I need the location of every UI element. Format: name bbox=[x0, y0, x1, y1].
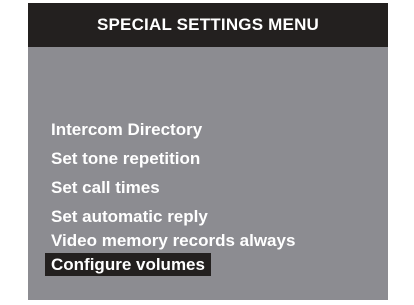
menu-item-set-tone-repetition[interactable]: Set tone repetition bbox=[45, 147, 301, 170]
settings-menu-list: Intercom Directory Set tone repetition S… bbox=[45, 118, 301, 282]
menu-item-video-memory-records-always[interactable]: Video memory records always bbox=[45, 229, 301, 252]
menu-item-configure-volumes-selected[interactable]: Configure volumes bbox=[45, 253, 211, 276]
menu-item-intercom-directory[interactable]: Intercom Directory bbox=[45, 118, 301, 141]
menu-item-set-automatic-reply[interactable]: Set automatic reply bbox=[45, 205, 301, 228]
settings-screen: SPECIAL SETTINGS MENU Intercom Directory… bbox=[28, 3, 388, 300]
menu-item-set-call-times[interactable]: Set call times bbox=[45, 176, 301, 199]
menu-title: SPECIAL SETTINGS MENU bbox=[28, 3, 388, 47]
